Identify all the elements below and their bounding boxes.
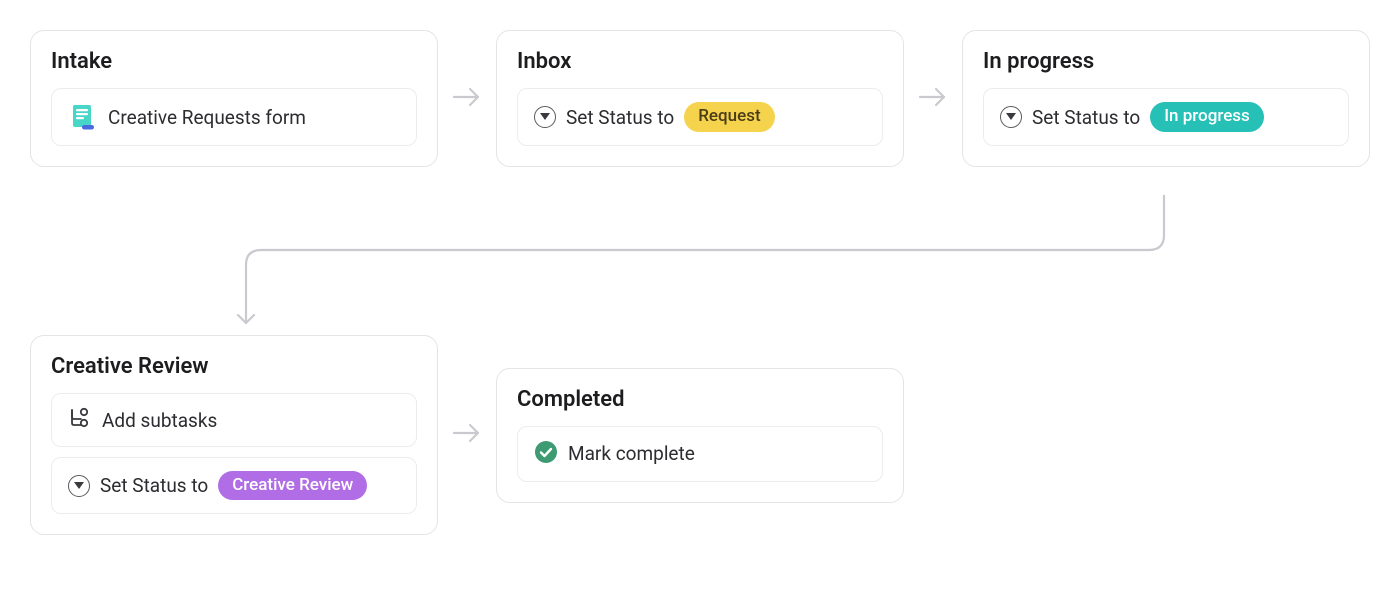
- stage-in-progress[interactable]: In progress Set Status to In progress: [962, 30, 1370, 166]
- inbox-set-status-action[interactable]: Set Status to Request: [517, 88, 883, 145]
- stage-intake[interactable]: Intake Creative Requests form: [30, 30, 438, 167]
- arrow-right-icon: [450, 416, 484, 454]
- status-pill-creative-review: Creative Review: [218, 471, 367, 500]
- intake-form-action[interactable]: Creative Requests form: [51, 88, 417, 146]
- stage-title-inbox: Inbox: [517, 49, 883, 74]
- add-subtasks-action[interactable]: Add subtasks: [51, 393, 417, 447]
- stage-creative-review[interactable]: Creative Review Add subtasks Set Status …: [30, 335, 438, 535]
- dropdown-icon[interactable]: [1000, 106, 1022, 128]
- dropdown-icon[interactable]: [534, 106, 556, 128]
- creative-review-set-status-prefix: Set Status to: [100, 474, 208, 497]
- inbox-set-status-prefix: Set Status to: [566, 106, 674, 129]
- workflow-connector: [236, 195, 1174, 340]
- stage-title-intake: Intake: [51, 49, 417, 74]
- status-pill-in-progress: In progress: [1150, 102, 1264, 131]
- in-progress-set-status-prefix: Set Status to: [1032, 106, 1140, 129]
- form-icon: [68, 102, 98, 132]
- in-progress-set-status-action[interactable]: Set Status to In progress: [983, 88, 1349, 145]
- dropdown-icon[interactable]: [68, 475, 90, 497]
- check-circle-icon: [534, 440, 558, 468]
- arrow-right-icon: [916, 80, 950, 118]
- intake-form-label: Creative Requests form: [108, 106, 306, 129]
- subtasks-icon: [68, 407, 92, 433]
- mark-complete-label: Mark complete: [568, 442, 695, 465]
- stage-title-completed: Completed: [517, 387, 883, 412]
- add-subtasks-label: Add subtasks: [102, 409, 217, 432]
- creative-review-set-status-action[interactable]: Set Status to Creative Review: [51, 457, 417, 514]
- stage-title-in-progress: In progress: [983, 49, 1349, 74]
- stage-completed[interactable]: Completed Mark complete: [496, 368, 904, 503]
- arrow-right-icon: [450, 80, 484, 118]
- mark-complete-action[interactable]: Mark complete: [517, 426, 883, 482]
- stage-title-creative-review: Creative Review: [51, 354, 417, 379]
- stage-inbox[interactable]: Inbox Set Status to Request: [496, 30, 904, 166]
- workflow-row-2: Creative Review Add subtasks Set Status …: [30, 335, 904, 535]
- status-pill-request: Request: [684, 102, 774, 131]
- workflow-row-1: Intake Creative Requests form Inbox: [30, 30, 1370, 167]
